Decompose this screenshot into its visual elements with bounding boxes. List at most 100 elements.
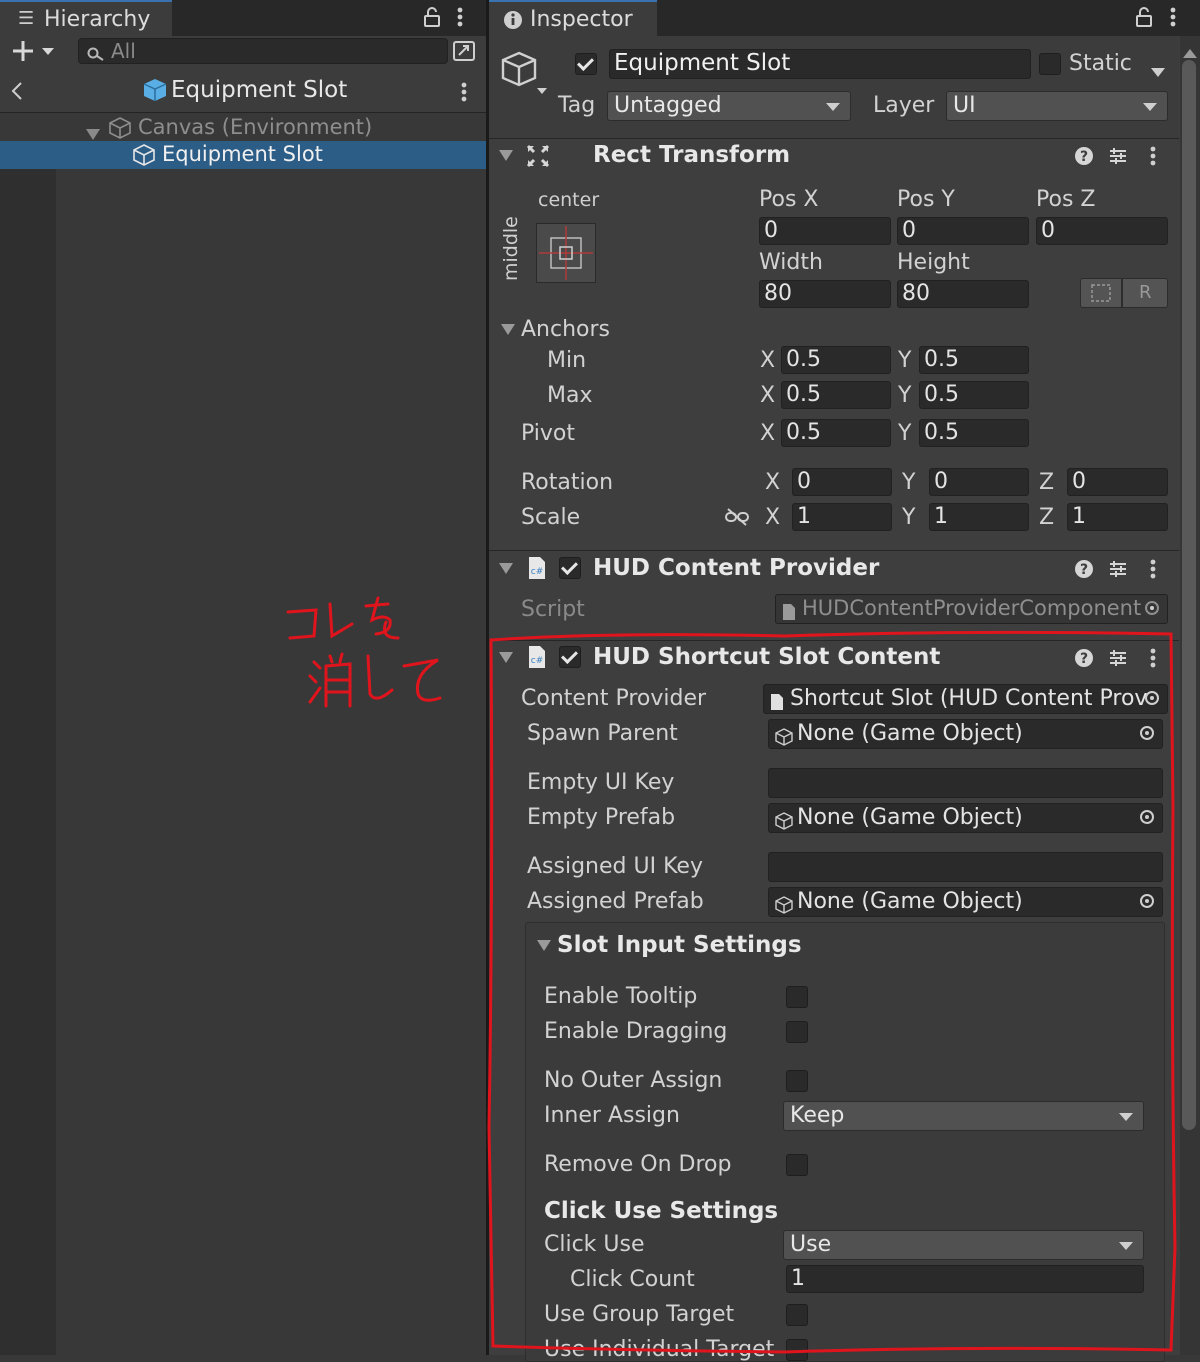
red-annotation-outline	[487, 630, 1177, 1354]
help-icon[interactable]: ?	[1074, 559, 1094, 585]
anchor-min-x-field[interactable]: 0.5	[781, 346, 891, 374]
anchors-max-label: Max	[547, 383, 593, 408]
component-enabled-checkbox[interactable]	[559, 557, 581, 579]
axis-y-label: Y	[902, 470, 916, 495]
add-object-button[interactable]	[12, 40, 56, 65]
svg-text:?: ?	[1080, 562, 1088, 578]
component-more-icon[interactable]	[1149, 145, 1157, 173]
help-icon[interactable]: ?	[1074, 146, 1094, 172]
more-options-icon[interactable]	[1169, 6, 1177, 34]
pos-y-label: Pos Y	[897, 187, 955, 212]
tab-hierarchy[interactable]: ☰ Hierarchy	[0, 0, 172, 36]
handwritten-note	[286, 596, 442, 708]
hierarchy-tab-label: Hierarchy	[44, 7, 151, 32]
pivot-label: Pivot	[521, 421, 576, 446]
inspector-tab-label: Inspector	[530, 7, 633, 32]
scene-visibility-icon[interactable]	[452, 40, 476, 68]
scene-more-icon[interactable]	[460, 81, 468, 109]
pos-y-field[interactable]: 0	[897, 217, 1029, 245]
dropdown-arrow-icon	[1143, 103, 1157, 111]
component-more-icon[interactable]	[1149, 558, 1157, 586]
script-label: Script	[521, 597, 585, 622]
back-chevron-icon[interactable]	[10, 80, 24, 108]
anchors-foldout-arrow-icon[interactable]	[501, 324, 515, 335]
scale-z-field[interactable]: 1	[1067, 503, 1168, 531]
component-title: Rect Transform	[593, 142, 791, 168]
layer-dropdown[interactable]: UI	[946, 91, 1168, 121]
static-label: Static	[1069, 51, 1132, 76]
preset-settings-icon[interactable]	[1108, 146, 1128, 172]
tag-label: Tag	[558, 93, 596, 118]
scene-title: Equipment Slot	[171, 77, 348, 103]
anchor-presets-button[interactable]	[536, 223, 596, 283]
rotation-y-field[interactable]: 0	[929, 468, 1029, 496]
lock-icon[interactable]	[424, 7, 440, 30]
tag-value: Untagged	[614, 93, 722, 118]
anchors-label: Anchors	[521, 317, 610, 342]
tree-item-canvas[interactable]: Canvas (Environment)	[0, 113, 486, 141]
constrain-proportions-icon[interactable]	[725, 507, 749, 533]
svg-text:?: ?	[1080, 149, 1088, 165]
axis-x-label: X	[760, 421, 776, 446]
pos-x-field[interactable]: 0	[759, 217, 891, 245]
more-options-icon[interactable]	[456, 6, 464, 31]
anchor-max-y-field[interactable]: 0.5	[919, 381, 1029, 409]
pivot-y-field[interactable]: 0.5	[919, 419, 1029, 447]
foldout-arrow-icon[interactable]	[499, 150, 513, 161]
static-checkbox[interactable]	[1039, 53, 1061, 75]
script-value: HUDContentProviderComponent	[802, 596, 1142, 620]
scrollbar-thumb[interactable]	[1182, 60, 1196, 1130]
width-field[interactable]: 80	[759, 280, 891, 308]
search-placeholder: All	[111, 39, 136, 63]
search-icon	[87, 43, 105, 68]
scale-x-field[interactable]: 1	[792, 503, 892, 531]
axis-x-label: X	[760, 383, 776, 408]
anchor-min-y-field[interactable]: 0.5	[919, 346, 1029, 374]
pos-z-label: Pos Z	[1036, 187, 1096, 212]
script-file-icon: c#	[527, 556, 547, 586]
rect-transform-icon	[525, 143, 551, 175]
dropdown-arrow-icon	[826, 103, 840, 111]
rotation-z-field[interactable]: 0	[1067, 468, 1168, 496]
scale-y-field[interactable]: 1	[929, 503, 1029, 531]
anchor-vertical-label: middle	[500, 216, 522, 281]
axis-x-label: X	[765, 470, 781, 495]
script-file-icon	[782, 601, 796, 623]
pos-x-label: Pos X	[759, 187, 819, 212]
prefab-cube-icon	[142, 77, 168, 109]
tree-item-label: Equipment Slot	[162, 142, 323, 166]
foldout-arrow-icon[interactable]	[499, 563, 513, 574]
pos-z-field[interactable]: 0	[1036, 217, 1168, 245]
hierarchy-list-icon: ☰	[18, 8, 35, 29]
gameobject-cube-icon	[132, 143, 156, 173]
object-name-field[interactable]: Equipment Slot	[609, 49, 1031, 79]
axis-y-label: Y	[902, 505, 916, 530]
anchor-max-x-field[interactable]: 0.5	[781, 381, 891, 409]
component-title: HUD Content Provider	[593, 555, 880, 581]
info-icon	[503, 10, 523, 36]
tab-inspector[interactable]: Inspector	[489, 0, 657, 36]
anchors-min-label: Min	[547, 348, 587, 373]
raw-edit-label: R	[1139, 282, 1152, 303]
layer-value: UI	[953, 93, 976, 118]
hierarchy-panel: ☰ Hierarchy All Equipment Slot Canvas (E…	[0, 0, 486, 1355]
static-dropdown-arrow-icon[interactable]	[1151, 59, 1165, 84]
scale-label: Scale	[521, 505, 581, 530]
width-label: Width	[759, 250, 823, 275]
height-field[interactable]: 80	[897, 280, 1029, 308]
pivot-x-field[interactable]: 0.5	[781, 419, 891, 447]
tag-dropdown[interactable]: Untagged	[607, 91, 851, 121]
blueprint-mode-button[interactable]	[1080, 278, 1122, 308]
height-label: Height	[897, 250, 970, 275]
hierarchy-search-input[interactable]: All	[78, 38, 448, 64]
rotation-x-field[interactable]: 0	[792, 468, 892, 496]
preset-settings-icon[interactable]	[1108, 559, 1128, 585]
tree-item-equipment-slot[interactable]: Equipment Slot	[0, 141, 486, 169]
hierarchy-gutter	[0, 169, 56, 1355]
lock-icon[interactable]	[1136, 7, 1152, 33]
axis-y-label: Y	[898, 348, 912, 373]
raw-edit-button[interactable]: R	[1122, 278, 1168, 308]
axis-z-label: Z	[1039, 470, 1055, 495]
gameobject-large-icon[interactable]	[499, 50, 549, 106]
active-checkbox[interactable]	[575, 53, 597, 75]
